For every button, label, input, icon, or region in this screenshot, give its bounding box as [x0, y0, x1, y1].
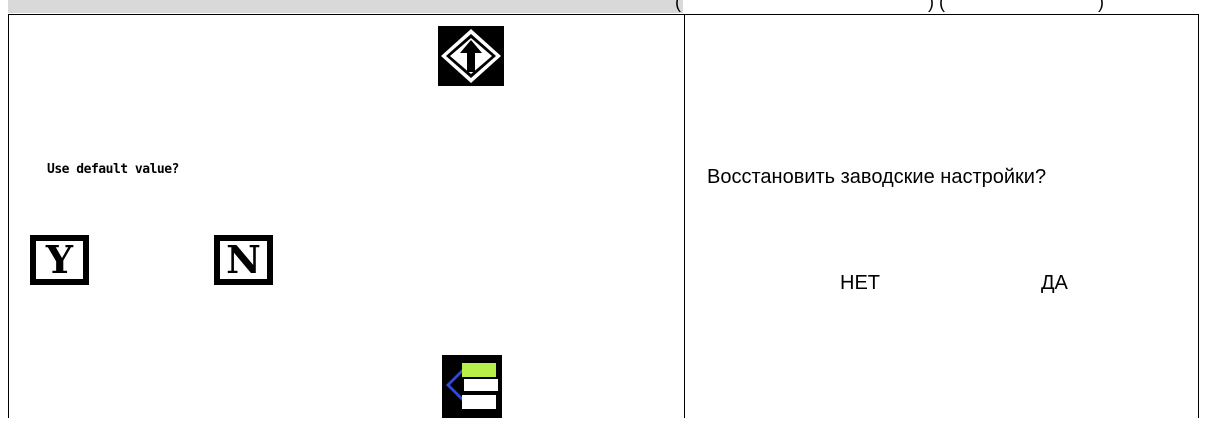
no-key-button[interactable]: N	[214, 235, 273, 285]
yes-option[interactable]: ДА	[1041, 272, 1068, 295]
prompt-text: Use default value?	[47, 162, 179, 177]
back-arrow-icon[interactable]	[442, 355, 502, 418]
no-option[interactable]: НЕТ	[840, 272, 880, 295]
paren-glyph: ) (	[928, 0, 945, 12]
comparison-table	[8, 14, 1199, 418]
up-arrow-icon[interactable]	[438, 26, 504, 86]
strip-segment	[8, 0, 683, 13]
column-divider	[684, 14, 685, 418]
yes-key-button[interactable]: Y	[30, 235, 89, 285]
reset-question: Восстановить заводские настройки?	[707, 166, 1047, 188]
top-strip: ( ) ( )	[0, 0, 1209, 14]
paren-glyph: (	[675, 0, 681, 12]
paren-glyph: )	[1098, 0, 1104, 12]
